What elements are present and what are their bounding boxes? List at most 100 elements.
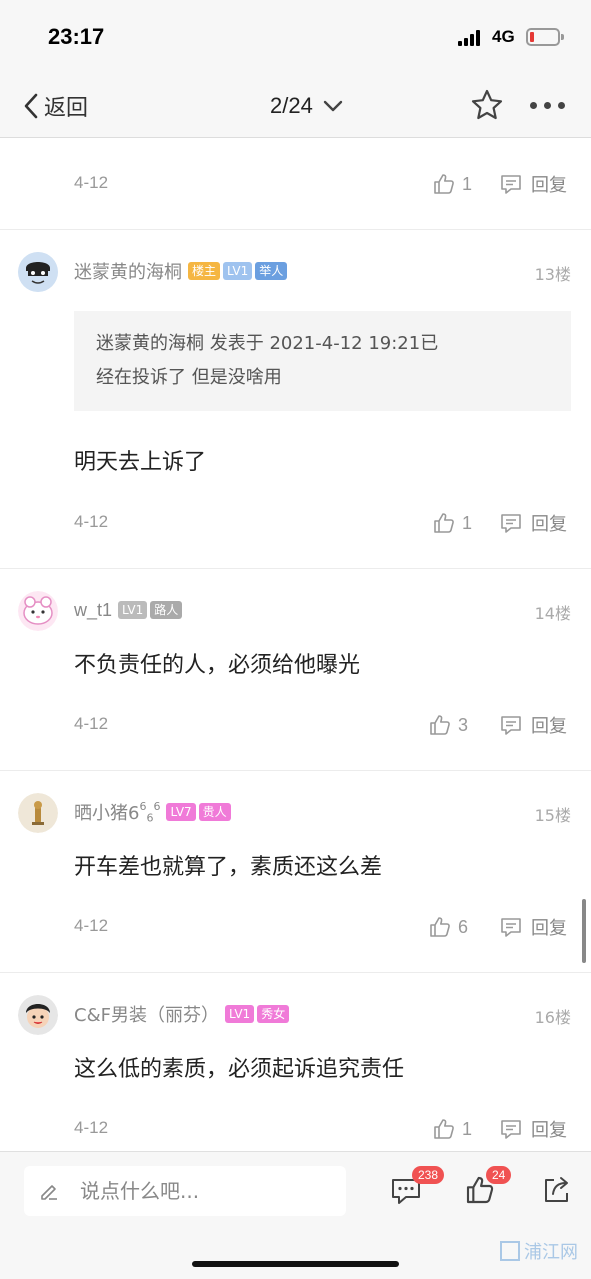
like-button[interactable]: 1: [432, 508, 472, 538]
chevron-left-icon: [24, 93, 38, 119]
reply-button[interactable]: 回复: [499, 710, 567, 740]
comment-text: 明天去上诉了: [74, 450, 207, 475]
comment-date: 4-12: [74, 916, 109, 935]
star-icon[interactable]: [470, 88, 504, 126]
avatar[interactable]: [18, 995, 58, 1035]
like-count: 3: [458, 714, 469, 735]
thumbs-up-icon: [434, 174, 454, 194]
user-row: 迷蒙黄的海桐 楼主 LV1 举人: [74, 258, 290, 284]
status-bar: 23:17 4G: [0, 0, 591, 76]
like-button[interactable]: 1: [432, 1114, 472, 1144]
quoted-reply[interactable]: 迷蒙黄的海桐 发表于 2021-4-12 19:21已 经在投诉了 但是没啥用: [74, 311, 571, 411]
like-button[interactable]: 3: [428, 710, 468, 740]
reply-button[interactable]: 回复: [499, 912, 567, 942]
comment-input[interactable]: [80, 1179, 320, 1203]
comment-bubble-icon: [501, 716, 521, 735]
comment-text: 这么低的素质，必须起诉追究责任: [74, 1057, 405, 1082]
home-indicator[interactable]: [192, 1261, 399, 1267]
comment-meta: 4-12 1 回复: [74, 169, 574, 199]
comment-meta: 4-12 1 回复: [74, 1114, 574, 1144]
comment-feed: 4-12 1 回复 迷蒙黄的海桐 楼主 LV1 举人 13楼 迷蒙黄的海桐 发表…: [0, 139, 591, 1151]
like-count-badge: 24: [486, 1166, 512, 1184]
badge-title: 路人: [150, 601, 183, 619]
reply-label: 回复: [531, 175, 567, 196]
username[interactable]: 晒小猪6: [74, 799, 139, 825]
floor-number: 14楼: [534, 604, 571, 623]
divider: [0, 229, 591, 230]
watermark-text: 浦江网: [524, 1242, 578, 1263]
like-button[interactable]: 1: [432, 169, 472, 199]
thumbs-up-icon: [430, 715, 450, 735]
badge-level: LV1: [224, 1005, 255, 1023]
page-indicator: 2/24: [270, 93, 313, 118]
floor-number: 16楼: [534, 1008, 571, 1027]
badge-owner: 楼主: [188, 262, 221, 280]
like-count: 1: [462, 173, 473, 194]
username[interactable]: w_t1: [74, 600, 112, 621]
thumbs-up-icon: [430, 917, 450, 937]
quote-line: 迷蒙黄的海桐 发表于 2021-4-12 19:21已: [96, 333, 439, 354]
scrollbar[interactable]: [582, 899, 586, 963]
user-row: 晒小猪6 666 LV7 贵人: [74, 799, 234, 825]
back-button[interactable]: 返回: [22, 90, 88, 122]
user-row: w_t1 LV1 路人: [74, 597, 185, 623]
reply-button[interactable]: 回复: [499, 169, 567, 199]
user-row: C&F男装（丽芬） LV1 秀女: [74, 1001, 292, 1027]
comment-meta: 4-12 6 回复: [74, 912, 574, 942]
badge-level: LV7: [166, 803, 196, 821]
like-post-button[interactable]: 24: [464, 1166, 512, 1210]
comment-text: 不负责任的人，必须给他曝光: [74, 653, 361, 678]
comment-date: 4-12: [74, 714, 109, 733]
reply-label: 回复: [531, 514, 567, 535]
reply-label: 回复: [531, 1120, 567, 1141]
bottom-bar: 238 24 浦江网: [0, 1151, 591, 1279]
avatar[interactable]: [18, 252, 58, 292]
nav-bar: 返回 2/24: [0, 76, 591, 138]
comment-date: 4-12: [74, 1118, 109, 1137]
comment-date: 4-12: [74, 512, 109, 531]
comment-meta: 4-12 1 回复: [74, 508, 574, 538]
reply-button[interactable]: 回复: [499, 1114, 567, 1144]
avatar[interactable]: [18, 793, 58, 833]
like-count: 1: [462, 512, 473, 533]
divider: [0, 770, 591, 771]
more-icon[interactable]: [530, 102, 566, 110]
chevron-down-icon: [323, 100, 343, 112]
username[interactable]: 迷蒙黄的海桐: [74, 258, 182, 284]
pencil-icon: [41, 1185, 57, 1200]
username-suffix: 666: [139, 799, 161, 825]
thumbs-up-icon: [434, 1119, 454, 1139]
watermark: 浦江网: [500, 1238, 578, 1264]
like-count: 6: [458, 916, 469, 937]
watermark-icon: [500, 1241, 520, 1261]
reply-button[interactable]: 回复: [499, 508, 567, 538]
network-type: 4G: [492, 27, 515, 46]
like-button[interactable]: 6: [428, 912, 468, 942]
battery-icon: [526, 28, 564, 46]
badge-title: 举人: [255, 262, 288, 280]
divider: [0, 972, 591, 973]
status-time: 23:17: [48, 24, 105, 49]
thumbs-up-icon: [434, 513, 454, 533]
comment-bubble-icon: [501, 1120, 521, 1139]
reply-label: 回复: [531, 716, 567, 737]
page-selector[interactable]: 2/24: [270, 90, 343, 122]
badge-level: LV1: [223, 262, 253, 280]
comment-date: 4-12: [74, 173, 109, 192]
comment-meta: 4-12 3 回复: [74, 710, 574, 740]
share-button[interactable]: [540, 1174, 576, 1210]
reply-label: 回复: [531, 918, 567, 939]
comment-input-box[interactable]: [24, 1166, 346, 1216]
floor-number: 13楼: [534, 265, 571, 284]
badge-title: 贵人: [198, 803, 231, 821]
signal-icon: [458, 30, 484, 46]
like-count: 1: [462, 1118, 473, 1139]
back-label: 返回: [44, 96, 89, 121]
badge-level: LV1: [118, 601, 148, 619]
comment-bubble-icon: [501, 514, 521, 533]
comments-button[interactable]: 238: [390, 1166, 445, 1210]
floor-number: 15楼: [534, 806, 571, 825]
comment-bubble-icon: [501, 175, 521, 194]
avatar[interactable]: [18, 591, 58, 631]
username[interactable]: C&F男装（丽芬）: [74, 1001, 219, 1027]
